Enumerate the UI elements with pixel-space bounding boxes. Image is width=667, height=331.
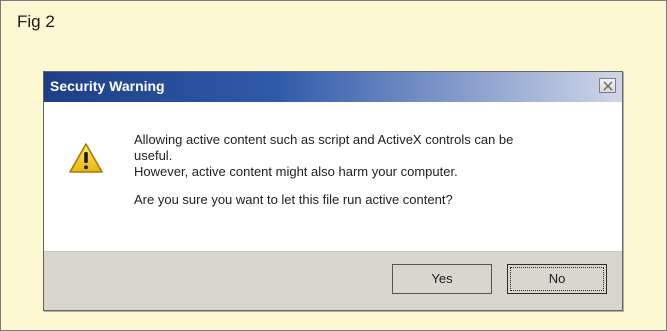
- close-icon: [603, 81, 613, 91]
- dialog-titlebar: Security Warning: [44, 72, 622, 102]
- warning-message: Allowing active content such as script a…: [134, 132, 604, 208]
- close-button[interactable]: [599, 78, 616, 93]
- message-line: Allowing active content such as script a…: [134, 132, 514, 147]
- security-warning-dialog: Security Warning Allowing active content…: [43, 71, 623, 311]
- yes-button[interactable]: Yes: [392, 264, 492, 294]
- figure-label: Fig 2: [17, 12, 55, 31]
- no-button[interactable]: No: [507, 264, 607, 294]
- question-text: Are you sure you want to let this file r…: [134, 192, 453, 207]
- message-spacer: [134, 180, 604, 192]
- message-line: However, active content might also harm …: [134, 164, 458, 179]
- warning-icon: [69, 143, 103, 173]
- figure-panel: Fig 2 Security Warning Allowing active c…: [0, 0, 667, 331]
- dialog-button-bar: Yes No: [44, 251, 622, 310]
- dialog-title: Security Warning: [50, 78, 165, 94]
- message-line: useful.: [134, 148, 173, 163]
